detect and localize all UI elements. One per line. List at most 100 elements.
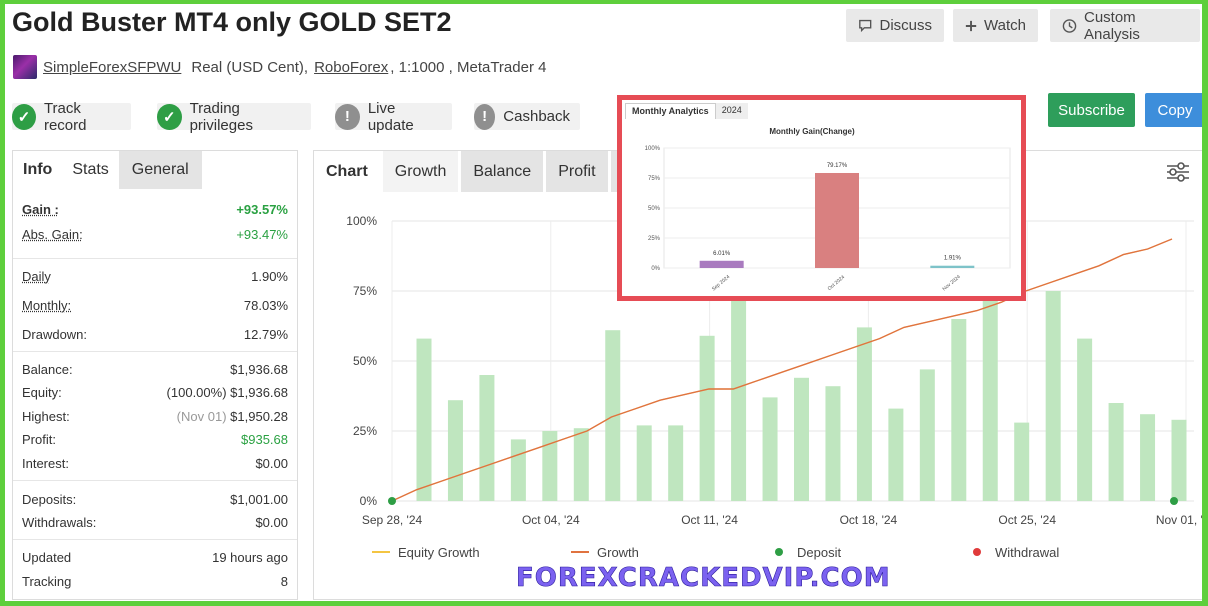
y-tick-label: 75% [353,284,377,298]
growth-bar [856,327,872,501]
divider [13,351,297,352]
legend-growth[interactable]: Growth [571,543,639,561]
deposit-dot [775,548,783,556]
stat-label: Tracking [22,574,72,589]
stat-label: Highest: [22,409,70,424]
stat-label[interactable]: Daily [22,269,51,284]
exclamation-icon: ! [474,103,496,130]
growth-bar [416,338,432,501]
subscribe-button[interactable]: Subscribe [1048,93,1135,127]
mini-data-label: 1.91% [944,256,962,262]
y-tick-label: 25% [353,424,377,438]
broker-link[interactable]: RoboForex [314,59,388,76]
legend-withdrawal[interactable]: Withdrawal [973,543,1059,561]
settings-sliders-icon[interactable] [1166,161,1190,183]
exclamation-icon: ! [335,103,360,130]
check-icon: ✓ [12,103,36,130]
divider [13,258,297,259]
stat-label[interactable]: Gain : [22,202,59,217]
discuss-button[interactable]: Discuss [846,9,944,42]
stat-value: $935.68 [241,432,288,447]
mini-x-tick-label: Sep 2024 [711,274,731,292]
watch-button[interactable]: Watch [953,9,1038,42]
deposit-marker [388,497,396,505]
chart-tabs: Chart Growth Balance Profit D [314,151,649,192]
tab-stats[interactable]: Stats [62,151,119,189]
tab-general[interactable]: General [118,151,202,189]
live-update-label: Live update [367,99,414,134]
stat-label: Updated [22,550,72,565]
growth-bar [479,375,495,501]
copy-button[interactable]: Copy [1145,93,1202,127]
deposit-marker [1170,497,1178,505]
growth-bar [699,335,715,501]
growth-bar [447,400,463,501]
check-icon: ✓ [157,103,182,130]
stat-value: +93.57% [236,202,288,217]
highest-date: (Nov 01) [176,409,227,424]
track-record-label: Track record [43,99,87,134]
mini-chart-title: Monthly Gain(Change) [769,127,855,136]
tab-balance[interactable]: Balance [461,151,544,192]
stats-panel: Info Stats General Gain : +93.57% Abs. G… [12,150,298,600]
legend-deposit[interactable]: Deposit [775,543,841,561]
stat-value: 1.90% [251,269,288,284]
growth-bar [636,425,652,501]
stat-value: $1,001.00 [230,492,288,507]
legend-label: Growth [597,544,639,560]
author-link[interactable]: SimpleForexSFPWU [43,59,181,76]
stat-abs-gain: Abs. Gain: +93.47% [13,223,297,246]
equity-percent: (100.00%) [166,385,227,400]
stat-updated: Updated 19 hours ago [13,546,297,569]
tab-chart[interactable]: Chart [314,151,380,192]
cashback-badge[interactable]: ! Cashback [474,103,580,130]
stat-label[interactable]: Abs. Gain: [22,227,83,242]
stat-value: +93.47% [236,227,288,242]
growth-bar [573,428,589,501]
watermark: FOREXCRACKEDVIP.COM [516,563,891,594]
monthly-analytics-overlay: Monthly Analytics 2024 Monthly Gain(Chan… [617,95,1026,301]
live-update-badge[interactable]: ! Live update [335,100,452,134]
account-info: SimpleForexSFPWU Real (USD Cent), RoboFo… [13,55,546,79]
stat-label[interactable]: Monthly: [22,298,71,313]
page-title: Gold Buster MT4 only GOLD SET2 [12,7,452,37]
growth-bar [605,330,621,501]
growth-bar [951,319,967,501]
custom-analysis-button[interactable]: Custom Analysis [1050,8,1200,43]
tab-profit[interactable]: Profit [546,151,608,192]
growth-bar [731,288,747,501]
growth-bar [919,369,935,501]
growth-bar [982,282,998,501]
tab-info[interactable]: Info [13,151,63,189]
mini-y-tick-label: 75% [648,176,661,182]
stat-equity: Equity: (100.00%) $1,936.68 [13,381,297,404]
avatar [13,55,37,79]
x-tick-label: Oct 18, '24 [840,513,898,527]
growth-bar [1045,291,1061,501]
growth-bar [1108,403,1124,501]
y-tick-label: 100% [346,214,377,228]
track-record-badge[interactable]: ✓ Track record [12,100,131,134]
growth-line-swatch [571,551,589,553]
trading-privileges-badge[interactable]: ✓ Trading privileges [157,100,311,134]
legend-equity-growth[interactable]: Equity Growth [372,543,480,561]
stat-value: $1,950.28 [230,409,288,424]
stat-label: Balance: [22,362,73,377]
stat-label: Equity: [22,385,62,400]
stat-label: Withdrawals: [22,515,97,530]
trading-privileges-label: Trading privileges [189,99,253,134]
tab-growth[interactable]: Growth [382,151,459,192]
stat-balance: Balance: $1,936.68 [13,358,297,381]
stat-tracking: Tracking 8 [13,570,297,593]
mini-x-tick-label: Oct 2024 [827,274,847,292]
y-tick-label: 0% [360,494,378,508]
stat-value: 19 hours ago [212,550,288,565]
custom-analysis-label: Custom Analysis [1084,8,1140,43]
growth-bar [1077,338,1093,501]
stat-label: Drawdown: [22,327,88,342]
watch-label: Watch [984,17,1026,34]
mini-data-label: 6.01% [713,251,731,257]
divider [13,539,297,540]
mini-y-tick-label: 50% [648,206,661,212]
page: Gold Buster MT4 only GOLD SET2 Discuss W… [5,4,1202,601]
